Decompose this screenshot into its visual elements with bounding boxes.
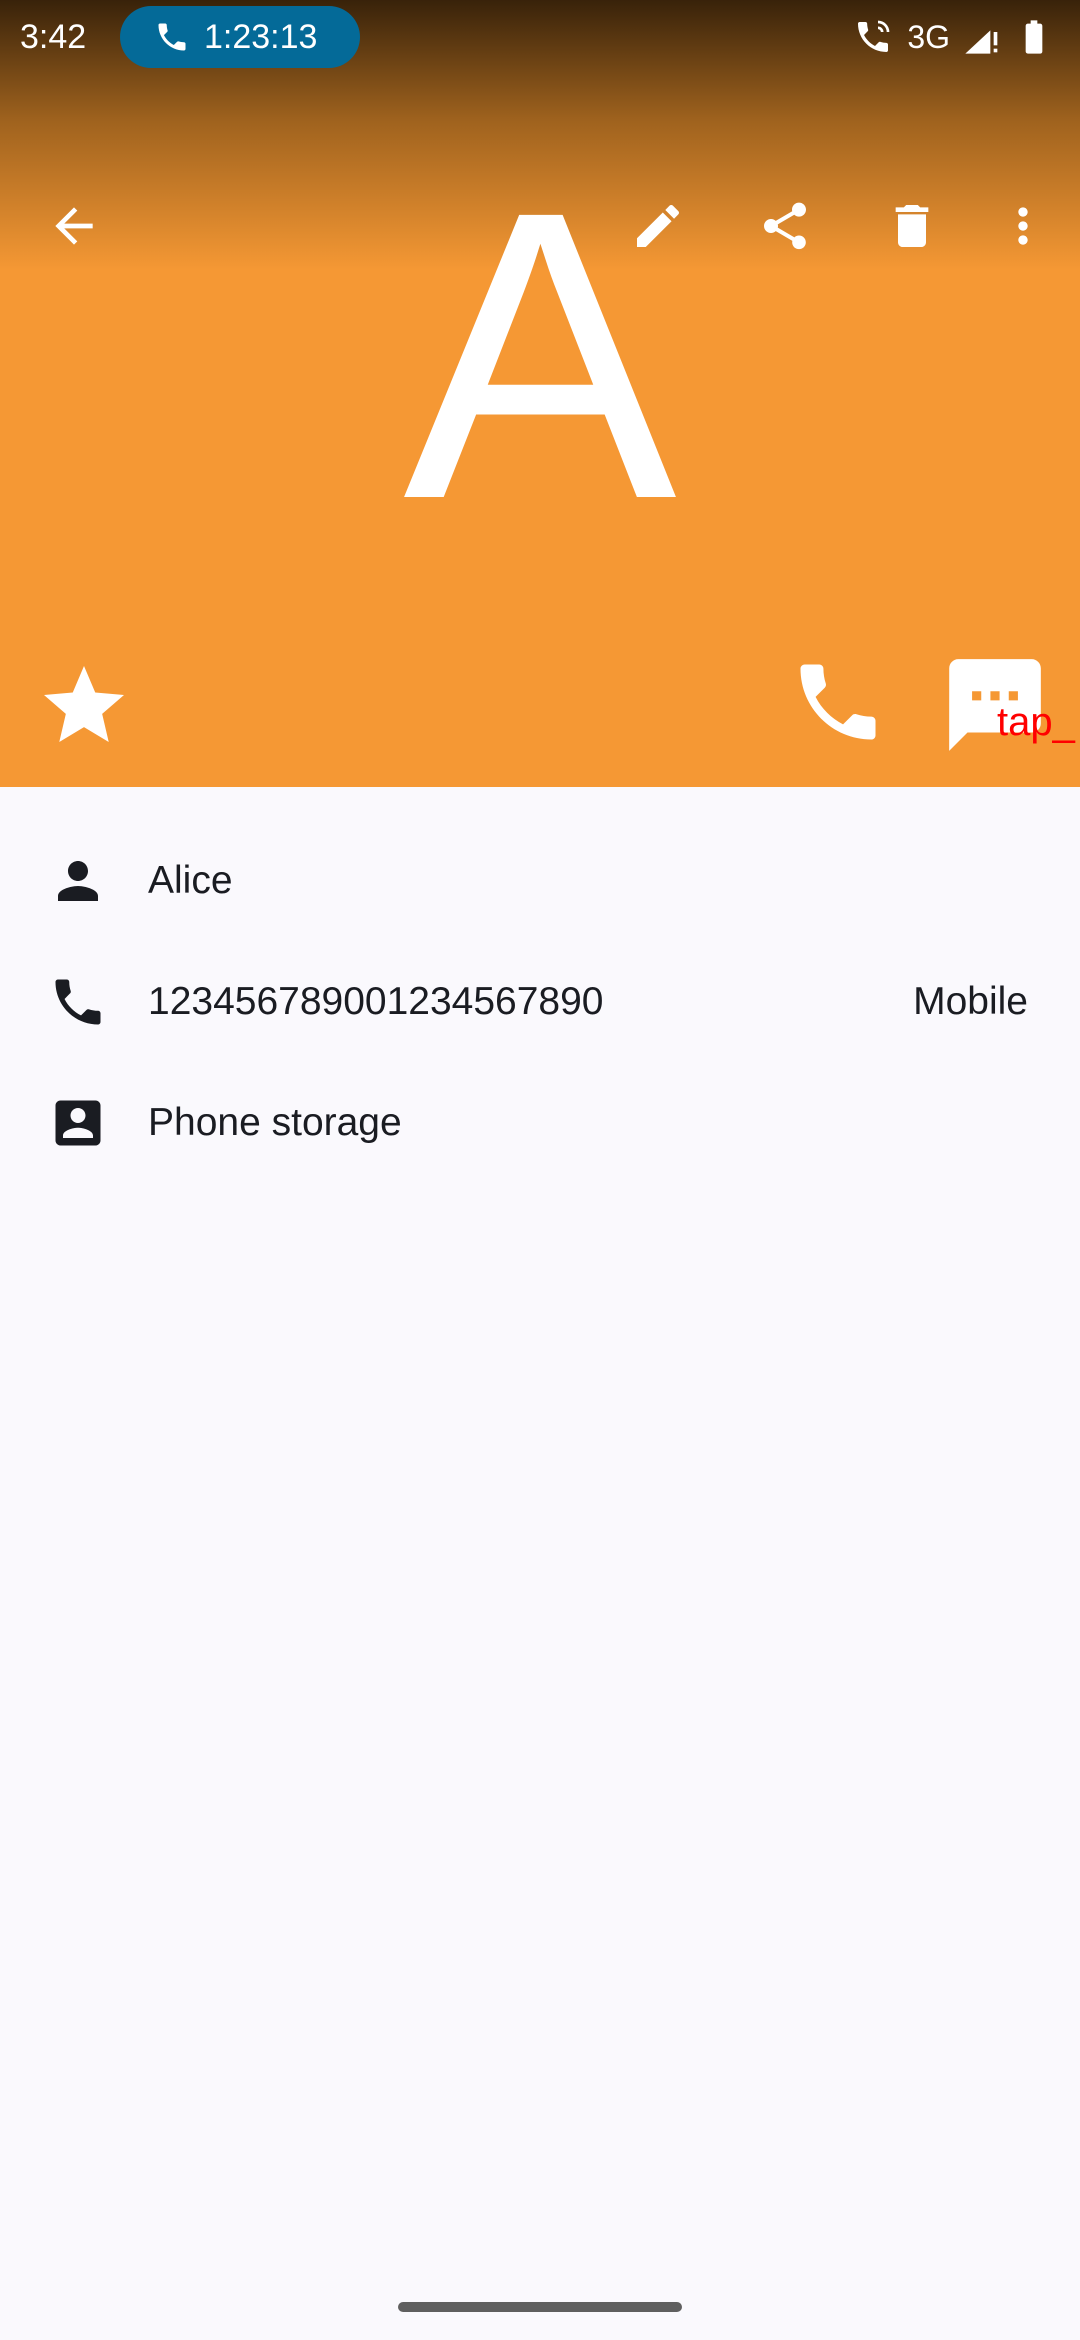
star-icon[interactable] (36, 658, 132, 754)
share-icon[interactable] (757, 198, 813, 254)
delete-icon[interactable] (884, 198, 940, 254)
more-vert-icon[interactable] (995, 198, 1051, 254)
status-icons: 3G (841, 10, 1054, 64)
status-time: 3:42 (20, 18, 87, 56)
battery-icon (1025, 20, 1043, 54)
phone-number-row[interactable]: 12345678900123456789​0 Mobile (0, 942, 1080, 1062)
phone-icon (55, 979, 101, 1025)
contact-card-icon (55, 1100, 101, 1146)
phone-type: Mobile (913, 980, 1028, 1023)
edit-icon[interactable] (630, 198, 686, 254)
signal-icon (965, 30, 998, 54)
call-icon (158, 23, 186, 51)
back-arrow-icon[interactable] (46, 198, 102, 254)
storage-label: Phone storage (148, 1101, 402, 1144)
home-indicator[interactable] (398, 2302, 682, 2312)
ongoing-call-chip[interactable]: 1:23:13 (120, 6, 360, 68)
phone-number: 12345678900123456789​0 (148, 980, 604, 1023)
contact-name-row[interactable]: Alice (0, 821, 1080, 941)
wifi-calling-icon (858, 20, 890, 52)
person-icon (58, 861, 98, 901)
storage-row[interactable]: Phone storage (0, 1063, 1080, 1183)
tap-overlay-label: tap_ (997, 700, 1075, 744)
contact-name: Alice (148, 859, 233, 902)
call-duration: 1:23:13 (204, 17, 318, 56)
phone-icon[interactable] (788, 652, 888, 752)
contact-details-screen: A 3:42 1:23:13 3G tap_ Alice 12345678900… (0, 0, 1080, 2340)
contact-header: A 3:42 1:23:13 3G tap_ (0, 0, 1080, 787)
network-type: 3G (907, 18, 950, 55)
